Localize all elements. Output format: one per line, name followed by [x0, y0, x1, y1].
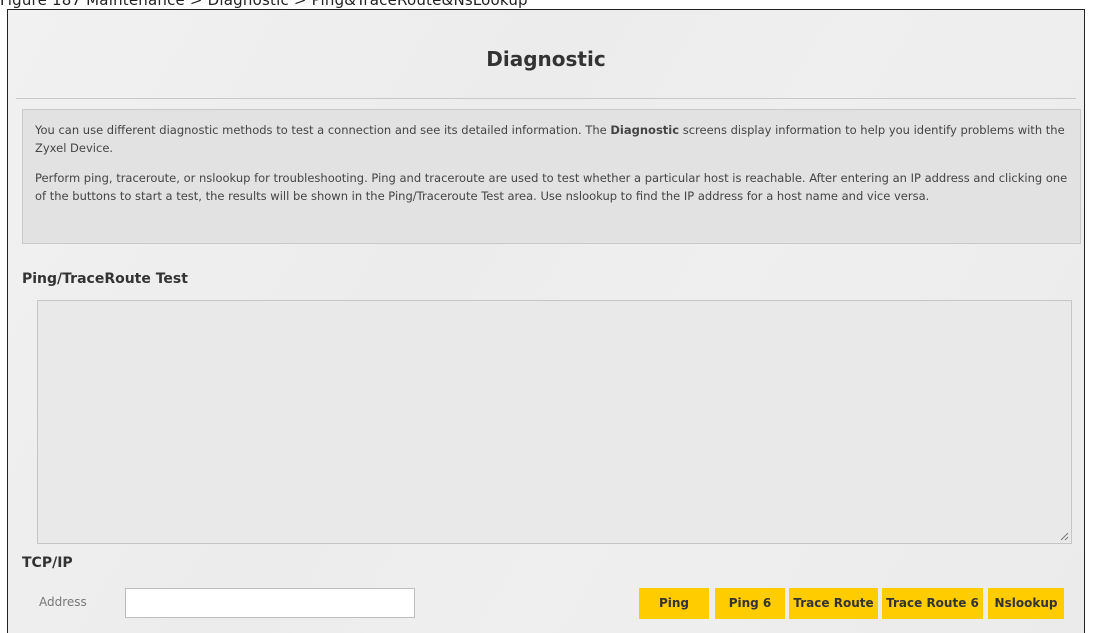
- title-divider: [16, 98, 1076, 99]
- info-paragraph-1-bold: Diagnostic: [610, 123, 680, 137]
- trace-route6-button[interactable]: Trace Route 6: [882, 588, 983, 619]
- ping-result-textarea[interactable]: [37, 300, 1072, 544]
- tcpip-section-title: TCP/IP: [22, 555, 73, 571]
- figure-caption-text: Figure 187 Maintenance > Diagnostic > Pi…: [0, 0, 528, 9]
- info-paragraph-1-start: You can use different diagnostic methods…: [35, 123, 611, 137]
- info-paragraph-2: Perform ping, traceroute, or nslookup fo…: [35, 171, 1068, 203]
- resize-grip-icon[interactable]: [1060, 532, 1069, 541]
- ping-button[interactable]: Ping: [639, 588, 709, 619]
- nslookup-button[interactable]: Nslookup: [988, 588, 1064, 619]
- address-label: Address: [39, 595, 87, 609]
- page-title: Diagnostic: [486, 47, 606, 71]
- trace-route-button[interactable]: Trace Route: [789, 588, 878, 619]
- ping6-button[interactable]: Ping 6: [715, 588, 785, 619]
- diagnostic-panel: Diagnostic You can use different diagnos…: [7, 9, 1085, 633]
- info-box: You can use different diagnostic methods…: [22, 109, 1081, 244]
- ping-section-title: Ping/TraceRoute Test: [22, 271, 188, 287]
- info-paragraph-1: You can use different diagnostic methods…: [35, 121, 1068, 157]
- address-input[interactable]: [125, 588, 415, 618]
